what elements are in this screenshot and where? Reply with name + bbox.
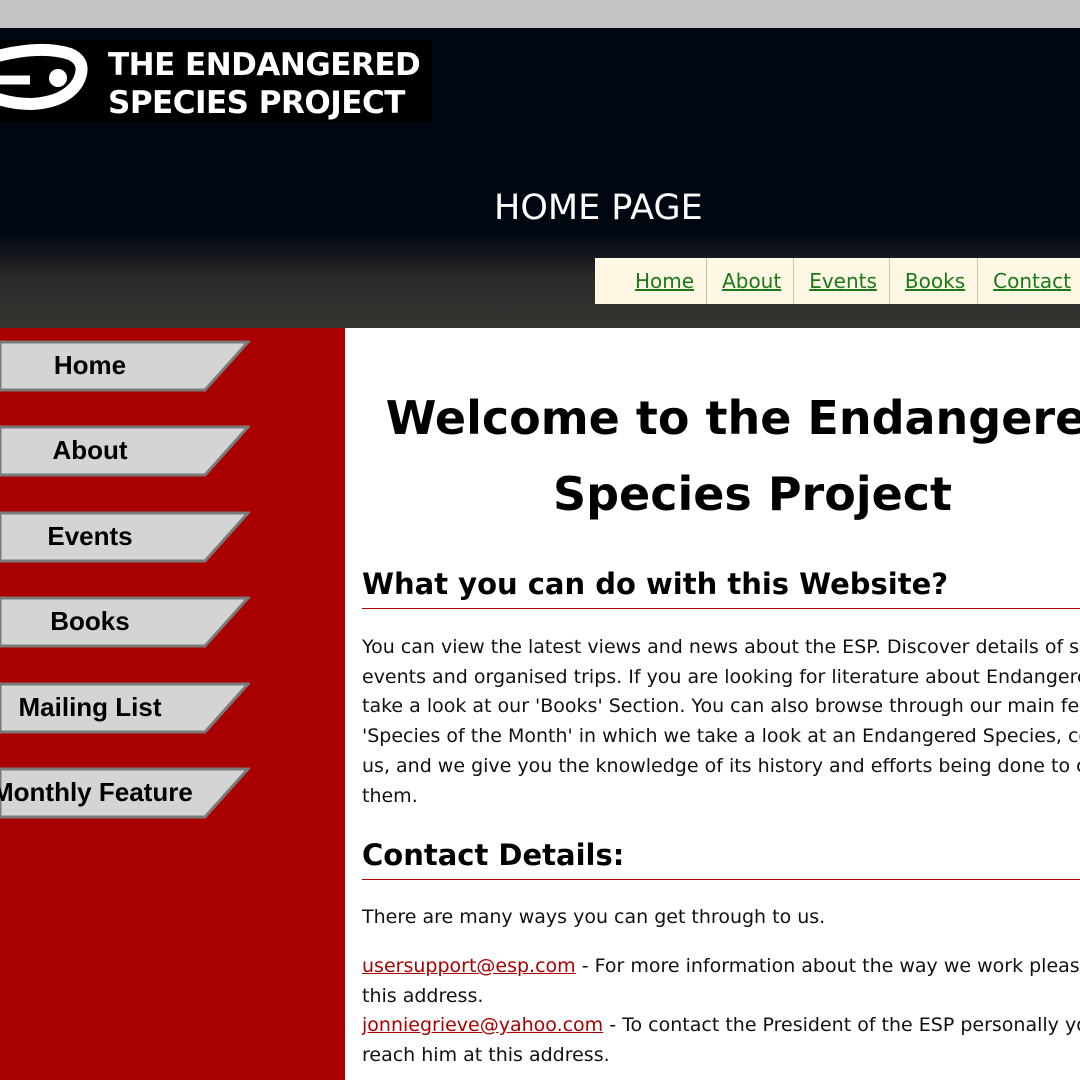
top-navigation: Home About Events Books Contact M: [595, 258, 1080, 304]
page-title: HOME PAGE: [494, 188, 703, 228]
sidebar-item-home[interactable]: Home: [0, 340, 250, 392]
sidebar-item-books[interactable]: Books: [0, 596, 250, 648]
paragraph-line: You can view the latest views and news a…: [362, 636, 1080, 658]
welcome-heading: Welcome to the Endangered Species Projec…: [345, 380, 1080, 532]
site-header: THE ENDANGERED SPECIES PROJECT HOME PAGE…: [0, 28, 1080, 328]
contact-list: usersupport@esp.com - For more informati…: [362, 952, 1080, 1071]
topnav-contact-link[interactable]: Contact: [978, 258, 1080, 304]
esp-logo-icon: [0, 43, 88, 111]
sidebar-item-label: About: [52, 435, 128, 465]
sidebar-item-monthly-feature[interactable]: Monthly Feature: [0, 767, 250, 819]
welcome-line1: Welcome to the Endangered: [385, 391, 1080, 445]
sidebar: Home About Events Books Mailing List Mon…: [0, 328, 345, 1080]
topnav-about-link[interactable]: About: [707, 258, 795, 304]
sidebar-item-label: Books: [50, 606, 130, 636]
sidebar-item-events[interactable]: Events: [0, 511, 250, 563]
contact-desc-cont: reach him at this address.: [362, 1044, 610, 1067]
topnav-books-link[interactable]: Books: [890, 258, 979, 304]
welcome-line2: Species Project: [552, 467, 953, 521]
contact-desc-cont: this address.: [362, 984, 484, 1007]
paragraph-line: events and organised trips. If you are l…: [362, 665, 1080, 688]
email-link-usersupport[interactable]: usersupport@esp.com: [362, 955, 576, 977]
section-heading-contact: Contact Details:: [362, 835, 1080, 880]
contact-desc: - To contact the President of the ESP pe…: [603, 1014, 1080, 1037]
contact-line: usersupport@esp.com - For more informati…: [362, 952, 1080, 982]
sidebar-item-label: Events: [47, 521, 133, 551]
paragraph-line: take a look at our 'Books' Section. You …: [362, 695, 1080, 718]
paragraph-line: them.: [362, 784, 418, 807]
sidebar-item-label: Home: [53, 350, 127, 380]
topnav-home-link[interactable]: Home: [595, 258, 708, 304]
logo-text-line1: THE ENDANGERED: [108, 47, 421, 83]
sidebar-item-about[interactable]: About: [0, 425, 250, 477]
sidebar-item-label: Monthly Feature: [0, 777, 193, 807]
website-description: You can view the latest views and news a…: [362, 633, 1080, 811]
paragraph-line: 'Species of the Month' in which we take …: [362, 725, 1080, 748]
site-logo[interactable]: THE ENDANGERED SPECIES PROJECT: [0, 40, 432, 122]
main-content: Welcome to the Endangered Species Projec…: [345, 328, 1080, 1080]
paragraph-line: us, and we give you the knowledge of its…: [362, 754, 1080, 777]
contact-desc: - For more information about the way we …: [575, 955, 1080, 977]
topnav-events-link[interactable]: Events: [794, 258, 890, 304]
sidebar-item-label: Mailing List: [18, 692, 162, 722]
browser-top-strip: [0, 0, 1080, 28]
logo-text-line2: SPECIES PROJECT: [108, 85, 405, 121]
section-heading-website: What you can do with this Website?: [362, 564, 1080, 609]
contact-line: jonniegrieve@yahoo.com - To contact the …: [362, 1011, 1080, 1041]
email-link-president[interactable]: jonniegrieve@yahoo.com: [362, 1014, 603, 1036]
contact-intro: There are many ways you can get through …: [362, 906, 826, 928]
sidebar-item-mailing-list[interactable]: Mailing List: [0, 682, 250, 734]
